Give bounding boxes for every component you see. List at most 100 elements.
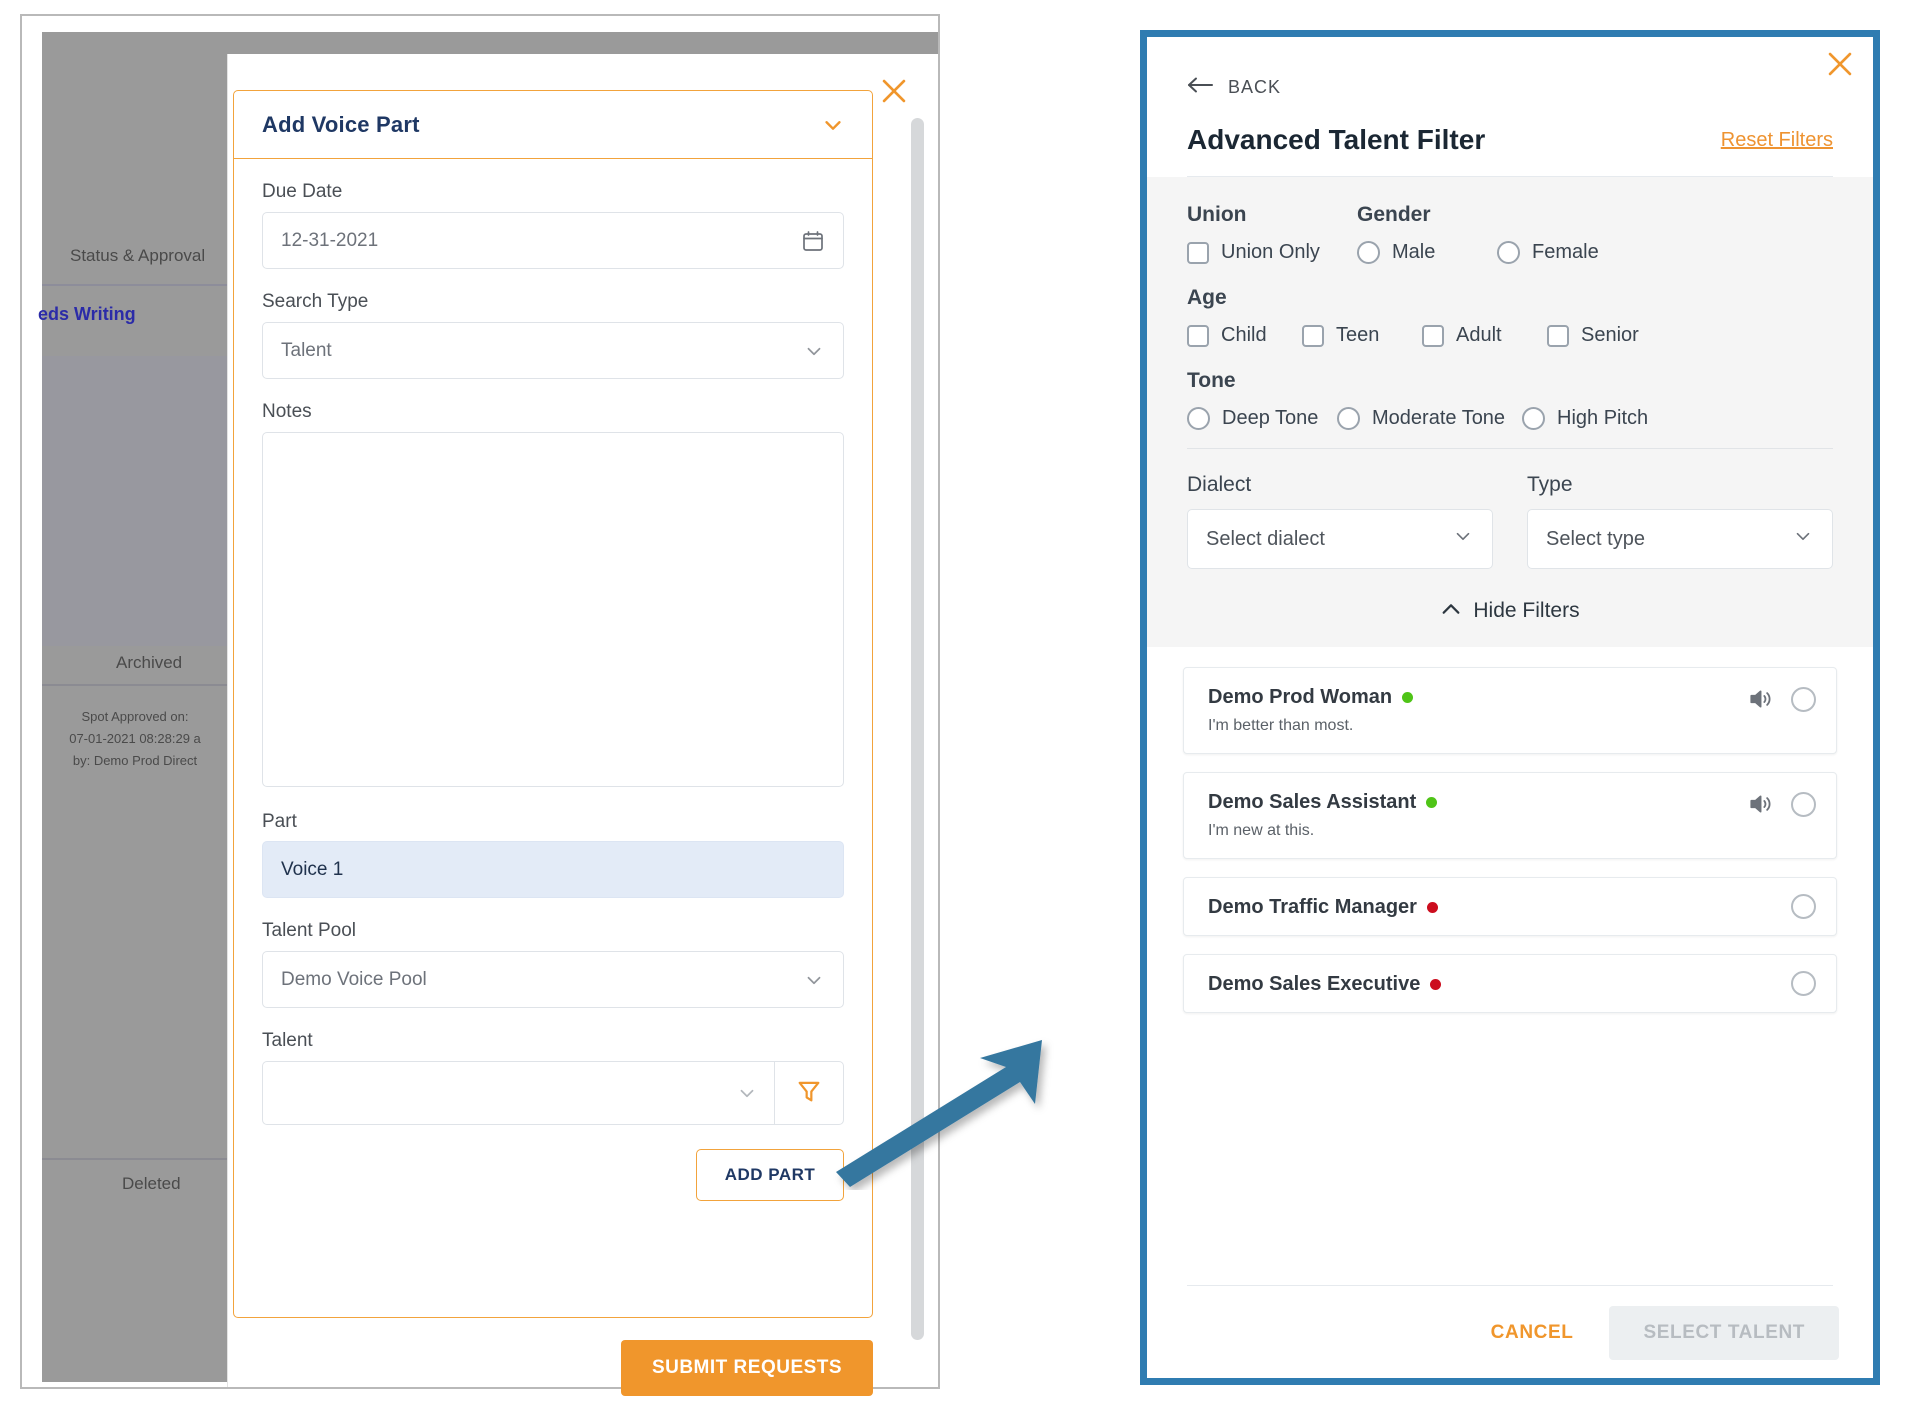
radio-icon[interactable] — [1357, 241, 1380, 264]
radio-icon[interactable] — [1337, 407, 1360, 430]
type-value: Select type — [1546, 527, 1645, 550]
advanced-talent-filter-dialog: BACK Advanced Talent Filter Reset Filter… — [1140, 30, 1880, 1385]
talent-tagline: I'm new at this. — [1208, 822, 1315, 839]
cancel-button[interactable]: CANCEL — [1465, 1308, 1600, 1358]
add-voice-part-card: Add Voice Part Due Date 12-31-2021 Searc… — [233, 90, 873, 1318]
select-radio[interactable] — [1791, 791, 1816, 817]
close-icon[interactable] — [1823, 47, 1857, 81]
talent-field-row — [262, 1061, 844, 1125]
add-part-button[interactable]: ADD PART — [696, 1149, 844, 1201]
option-high-pitch[interactable]: High Pitch — [1522, 407, 1648, 430]
search-type-select[interactable]: Talent — [262, 322, 844, 379]
age-group-title: Age — [1187, 286, 1227, 309]
part-value-field[interactable]: Voice 1 — [262, 841, 844, 898]
chevron-down-icon — [1792, 525, 1814, 553]
checkbox-icon[interactable] — [1422, 324, 1444, 347]
modal-scrollbar[interactable] — [911, 118, 924, 1340]
option-label: Teen — [1336, 324, 1380, 346]
filters-divider — [1187, 448, 1833, 449]
add-part-row: ADD PART — [262, 1149, 844, 1201]
notes-textarea[interactable] — [262, 432, 844, 787]
status-badge — [1426, 902, 1438, 913]
notes-label: Notes — [262, 401, 312, 422]
search-type-label: Search Type — [262, 291, 369, 312]
list-item[interactable]: Demo Prod Woman I'm better than most. — [1183, 667, 1837, 754]
back-label: BACK — [1228, 77, 1282, 97]
filters-panel: Union Gender Union Only Male Female Age … — [1147, 177, 1873, 647]
add-voice-part-body: Due Date 12-31-2021 Search Type Talent N… — [234, 159, 872, 1221]
chevron-down-icon — [803, 969, 825, 991]
chevron-down-icon[interactable] — [822, 114, 844, 136]
dialog-footer: CANCEL SELECT TALENT — [1147, 1288, 1873, 1378]
chevron-down-icon — [1452, 525, 1474, 553]
option-male[interactable]: Male — [1357, 241, 1497, 264]
list-item[interactable]: Demo Traffic Manager — [1183, 877, 1837, 936]
talent-pool-label: Talent Pool — [262, 920, 357, 941]
option-female[interactable]: Female — [1497, 241, 1599, 264]
dialect-label: Dialect — [1187, 473, 1252, 496]
speaker-icon[interactable] — [1747, 686, 1773, 712]
tone-options: Deep Tone Moderate Tone High Pitch — [1187, 407, 1833, 430]
radio-icon[interactable] — [1497, 241, 1520, 264]
option-label: Adult — [1456, 324, 1502, 346]
select-radio[interactable] — [1791, 971, 1816, 996]
add-voice-part-title: Add Voice Part — [262, 111, 420, 137]
union-gender-headers: Union Gender — [1187, 203, 1833, 227]
option-senior[interactable]: Senior — [1547, 324, 1639, 347]
list-item[interactable]: Demo Sales Executive — [1183, 954, 1837, 1013]
needs-writing-label: eds Writing — [38, 304, 136, 324]
checkbox-icon[interactable] — [1302, 324, 1324, 347]
list-item[interactable]: Demo Sales Assistant I'm new at this. — [1183, 772, 1837, 859]
close-icon[interactable] — [877, 74, 911, 108]
type-select[interactable]: Select type — [1527, 509, 1833, 569]
radio-icon[interactable] — [1187, 407, 1210, 430]
talent-name-row: Demo Traffic Manager — [1208, 896, 1814, 919]
option-union-only[interactable]: Union Only — [1187, 241, 1357, 264]
chevron-down-icon — [736, 1082, 758, 1104]
hide-filters-button[interactable]: Hide Filters — [1187, 599, 1833, 623]
reset-filters-link[interactable]: Reset Filters — [1721, 129, 1833, 152]
select-radio[interactable] — [1791, 686, 1816, 712]
spot-approved-info: Spot Approved on: 07-01-2021 08:28:29 a … — [44, 706, 226, 772]
type-label: Type — [1527, 473, 1573, 496]
calendar-icon[interactable] — [801, 229, 825, 253]
select-radio[interactable] — [1791, 894, 1816, 919]
submit-requests-button[interactable]: SUBMIT REQUESTS — [621, 1340, 873, 1396]
talent-filter-button[interactable] — [774, 1061, 844, 1125]
due-date-input[interactable]: 12-31-2021 — [262, 212, 844, 269]
part-label: Part — [262, 811, 297, 832]
status-badge — [1430, 979, 1442, 990]
option-adult[interactable]: Adult — [1422, 324, 1547, 347]
screenshot-root: Status & Approval eds Writing Archived S… — [0, 0, 1921, 1423]
type-column: Type Select type — [1527, 473, 1833, 569]
talent-name-row: Demo Sales Executive — [1208, 973, 1814, 996]
talent-pool-select[interactable]: Demo Voice Pool — [262, 951, 844, 1008]
checkbox-icon[interactable] — [1187, 324, 1209, 347]
checkbox-icon[interactable] — [1187, 241, 1209, 264]
dialect-select[interactable]: Select dialect — [1187, 509, 1493, 569]
talent-label: Talent — [262, 1030, 313, 1051]
chevron-up-icon — [1440, 599, 1462, 623]
sidebar-divider-3 — [42, 1158, 227, 1160]
checkbox-icon[interactable] — [1547, 324, 1569, 347]
status-approval-header: Status & Approval — [70, 246, 206, 265]
sidebar-divider-2 — [42, 684, 227, 686]
age-options: Child Teen Adult Senior — [1187, 324, 1833, 347]
talent-actions — [1791, 894, 1816, 919]
option-deep-tone[interactable]: Deep Tone — [1187, 407, 1337, 430]
speaker-icon[interactable] — [1747, 791, 1773, 817]
option-teen[interactable]: Teen — [1302, 324, 1422, 347]
dialect-value: Select dialect — [1206, 527, 1325, 550]
radio-icon[interactable] — [1522, 407, 1545, 430]
option-child[interactable]: Child — [1187, 324, 1302, 347]
advanced-talent-filter-header: Advanced Talent Filter Reset Filters — [1147, 100, 1873, 156]
option-label: Male — [1392, 241, 1436, 263]
talent-select[interactable] — [262, 1061, 774, 1125]
option-label: Deep Tone — [1222, 407, 1319, 429]
hide-filters-label: Hide Filters — [1473, 599, 1580, 622]
back-button[interactable]: BACK — [1147, 37, 1873, 100]
option-moderate-tone[interactable]: Moderate Tone — [1337, 407, 1522, 430]
sidebar-divider-1 — [42, 284, 227, 286]
dialect-type-row: Dialect Select dialect Type Select type — [1187, 473, 1833, 569]
due-date-value: 12-31-2021 — [281, 229, 379, 251]
